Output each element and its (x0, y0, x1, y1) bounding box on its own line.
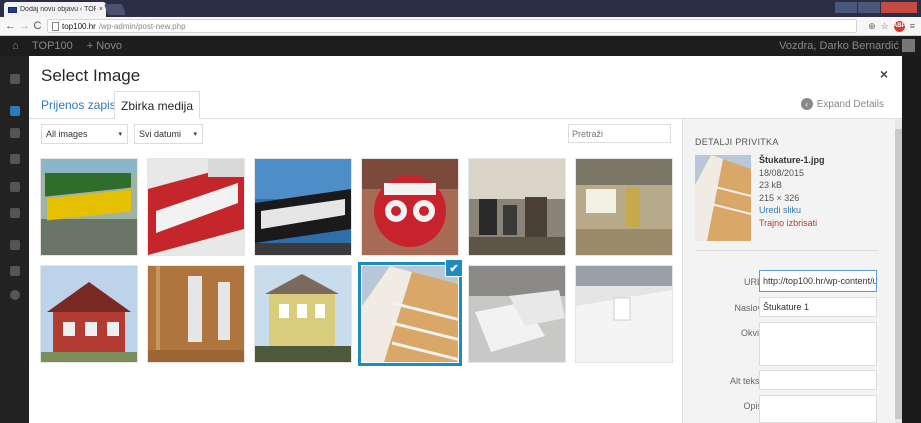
user-greeting[interactable]: Vozdra, Darko Bernardić (779, 40, 899, 52)
adblock-icon[interactable]: ABP (893, 20, 906, 32)
minimize-button[interactable] (835, 2, 857, 13)
details-scrollbar[interactable] (895, 119, 902, 423)
new-content-link[interactable]: + Novo (87, 40, 122, 52)
new-tab-button[interactable] (103, 4, 127, 15)
avatar[interactable] (902, 39, 915, 52)
media-router: Prijenos zapisa Zbirka medija ‹ Expand D… (29, 91, 902, 119)
title-label: Naslov (734, 303, 762, 313)
description-field[interactable] (759, 395, 877, 423)
title-field[interactable]: Štukature 1 (759, 297, 877, 317)
wp-admin-bar: ⌂ TOP100 + Novo Vozdra, Darko Bernardić (0, 36, 921, 56)
url-field[interactable]: http://top100.hr/wp-content/uploads/2015… (759, 270, 877, 292)
admin-side-menu (0, 56, 29, 423)
forward-arrow-icon[interactable]: → (19, 20, 30, 32)
url-path: /wp-admin/post-new.php (98, 21, 186, 31)
thumbnail-workshop[interactable] (469, 159, 565, 255)
expand-details-label: Expand Details (816, 98, 884, 110)
expand-arrow-icon: ‹ (800, 98, 813, 110)
appearance-icon (10, 240, 20, 250)
edit-image-link[interactable]: Uredi sliku (759, 204, 825, 217)
details-size: 23 kB (759, 180, 783, 190)
browser-tab-title: Dodaj novu objavu ‹ TOP (20, 6, 96, 13)
reload-icon[interactable]: C (33, 20, 42, 32)
filter-date-value: Svi datumi (139, 129, 182, 139)
browser-right-icons: ⊕ ☆ ABP ≡ (868, 20, 921, 32)
window-controls (835, 2, 917, 13)
thumbnail-house-red[interactable] (41, 266, 137, 362)
bookmark-star-icon[interactable]: ☆ (881, 21, 889, 32)
filter-type-value: All images (46, 129, 88, 139)
thumbnail-facade-windows[interactable] (148, 266, 244, 362)
media-modal: Select Image × Prijenos zapisa Zbirka me… (29, 56, 902, 423)
caption-field[interactable] (759, 322, 877, 366)
thumbnail-crazy-hill-riders[interactable] (362, 159, 458, 255)
delete-permanently-link[interactable]: Trajno izbrisati (759, 217, 825, 230)
details-date: 18/08/2015 (759, 167, 805, 178)
thumbnail-mgk-klesarstvo[interactable] (255, 159, 351, 255)
comments-icon (10, 182, 20, 192)
home-icon[interactable]: ⌂ (12, 40, 30, 52)
alt-text-field[interactable] (759, 370, 877, 390)
browser-toolbar: ← → C top100.hr/wp-admin/post-new.php ⊕ … (0, 17, 921, 36)
zoom-icon[interactable]: ⊕ (868, 21, 876, 32)
page-icon (52, 21, 59, 31)
thumbnail-hall[interactable] (576, 159, 672, 255)
thumbnail-villa-yellow[interactable] (255, 266, 351, 362)
plugins-icon (10, 266, 20, 276)
tab-close-icon[interactable]: × (99, 6, 103, 13)
details-dimensions: 215 × 326 (759, 192, 800, 203)
details-info: Štukature-1.jpg 18/08/2015 23 kB 215 × 3… (759, 154, 825, 229)
thumbnail-letter-b[interactable] (576, 266, 672, 362)
attachment-details: DETALJI PRIVITKA Štukature-1.jpg 18/08/2… (682, 119, 902, 423)
address-bar[interactable]: top100.hr/wp-admin/post-new.php (47, 19, 858, 33)
details-divider (695, 250, 878, 251)
details-filename: Štukature-1.jpg (759, 155, 825, 165)
close-icon[interactable]: × (880, 66, 888, 82)
details-thumbnail (695, 155, 751, 241)
pages-icon (10, 154, 20, 164)
collapse-icon (10, 290, 20, 300)
search-input[interactable] (568, 124, 671, 143)
tools-icon (10, 208, 20, 218)
site-name-link[interactable]: TOP100 (32, 40, 73, 52)
alt-text-label: Alt tekst (729, 376, 762, 386)
chevron-down-icon: ▾ (118, 131, 122, 138)
tab-media-library[interactable]: Zbirka medija (114, 91, 201, 119)
details-heading: DETALJI PRIVITKA (695, 137, 779, 147)
chevron-down-icon: ▾ (193, 131, 197, 138)
thumbnail-stukature[interactable] (362, 266, 458, 362)
thumbnail-vrbovec-offroad[interactable] (41, 159, 137, 255)
site-favicon-icon (8, 6, 17, 13)
selected-check-icon[interactable]: ✔ (445, 259, 463, 277)
scrollbar-thumb[interactable] (895, 129, 902, 419)
maximize-button[interactable] (858, 2, 880, 13)
filter-date-select[interactable]: Svi datumi ▾ (134, 124, 203, 144)
browser-menu-icon[interactable]: ≡ (910, 21, 915, 31)
dashboard-icon (10, 74, 20, 84)
modal-title: Select Image (41, 66, 141, 85)
browser-tab[interactable]: Dodaj novu objavu ‹ TOP × (4, 2, 106, 17)
url-host: top100.hr (62, 21, 96, 31)
media-icon (10, 128, 20, 138)
media-filters: All images ▾ Svi datumi ▾ (41, 124, 203, 144)
thumbnail-white-panels[interactable] (469, 266, 565, 362)
browser-tab-strip: Dodaj novu objavu ‹ TOP × (0, 0, 921, 17)
thumbnail-fasade[interactable] (148, 159, 244, 255)
back-arrow-icon[interactable]: ← (5, 20, 16, 32)
filter-type-select[interactable]: All images ▾ (41, 124, 128, 144)
window-close-button[interactable] (881, 2, 917, 13)
posts-icon (10, 106, 20, 116)
expand-details-button[interactable]: ‹ Expand Details (800, 98, 884, 110)
